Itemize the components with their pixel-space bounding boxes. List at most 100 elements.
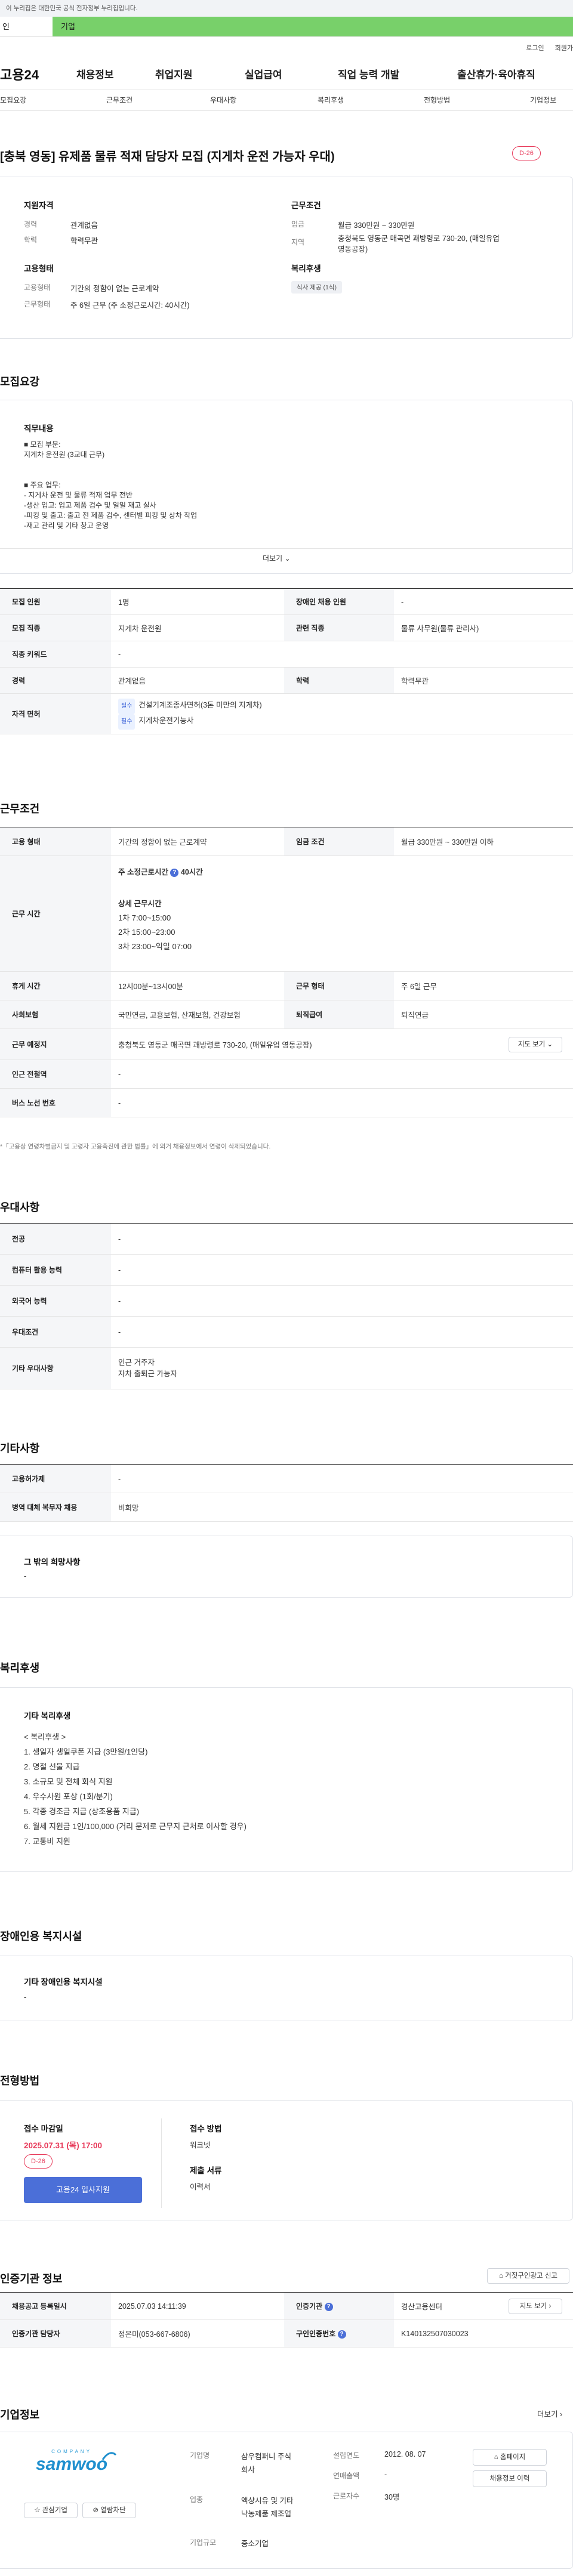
gnb-jobs[interactable]: 채용정보 <box>76 66 155 81</box>
deadline-value: 2025.07.31 (목) 17:00 <box>24 2141 103 2150</box>
row-label: 버스 노선 번호 <box>0 1088 111 1117</box>
org-cell: 경산고용센터 지도 보기 › <box>394 2292 573 2320</box>
gnb-employment-support[interactable]: 취업지원 <box>155 66 245 81</box>
row-label: 근무 시간 <box>0 855 111 972</box>
row-value: 관계없음 <box>111 667 284 694</box>
row-label: 모집 직종 <box>0 614 111 641</box>
required-tag: 필수 <box>118 698 135 714</box>
duty-more-button[interactable]: 더보기 ⌄ <box>263 553 291 563</box>
career-value: 관계없음 <box>70 221 98 230</box>
industry-label: 업종 <box>190 2495 204 2504</box>
employees-value: 30명 <box>384 2493 400 2501</box>
license-cell: 필수 건설기계조종사면허(3톤 미만의 지게차) 필수 지게차운전기능사 <box>111 693 573 734</box>
wave-icon <box>101 2452 117 2460</box>
work-time-cell: 주 소정근로시간 ? 40시간 상세 근무시간 1차 7:00~15:00 2차… <box>111 855 573 972</box>
welfare-box-heading: 기타 복리후생 <box>24 1712 71 1721</box>
row-value: - <box>111 641 573 668</box>
employment-heading: 고용형태 <box>24 264 54 273</box>
company-more-link[interactable]: 더보기 › <box>537 2408 562 2419</box>
disability-section-title: 장애인용 복지시설 <box>0 1931 82 1942</box>
row-label: 관련 직종 <box>284 614 394 641</box>
star-icon: ☆ <box>34 2507 41 2514</box>
table-row: 버스 노선 번호 - <box>0 1088 573 1117</box>
org-map-button[interactable]: 지도 보기 › <box>509 2299 562 2314</box>
user-type-tabs: 인 기업 <box>0 17 573 37</box>
location-label: 지역 <box>291 238 305 246</box>
preference-table: 전공 - 컴퓨터 활용 능력 - 외국어 능력 - 우대조건 - 기타 우대사항… <box>0 1223 573 1389</box>
info-icon[interactable]: ? <box>337 2330 346 2339</box>
disability-box: 기타 장애인용 복지시설 - <box>0 1956 573 2021</box>
block-view-button[interactable]: ⊘ 열람차단 <box>82 2503 136 2518</box>
table-row: 사회보험 국민연금, 고용보험, 산재보험, 건강보험 퇴직급여 퇴직연금 <box>0 1000 573 1029</box>
other-table: 고용허가제 - 병역 대체 복무자 채용 비희망 <box>0 1464 573 1522</box>
gnb-unemployment-benefit[interactable]: 실업급여 <box>245 66 338 81</box>
wage-label: 임금 <box>291 220 305 228</box>
chevron-down-icon: ⌄ <box>547 1041 553 1048</box>
site-logo[interactable]: 고용24 <box>0 64 76 84</box>
emptype-value: 기간의 정함이 없는 근로계약 <box>70 285 159 293</box>
gnb-vocational-training[interactable]: 직업 능력 개발 <box>338 66 457 81</box>
row-value: 정은미(053-667-6806) <box>111 2319 284 2348</box>
weekly-hours: 주 소정근로시간 ? 40시간 <box>118 868 203 877</box>
false-ad-report-button[interactable]: ⌂ 거짓구인광고 신고 <box>487 2268 569 2284</box>
row-label: 임금 조건 <box>284 827 394 856</box>
tab-selection[interactable]: 전형방법 <box>424 95 530 105</box>
tab-preference[interactable]: 우대사항 <box>210 95 318 105</box>
conditions-heading: 근무조건 <box>291 201 321 210</box>
info-icon[interactable]: ? <box>170 868 179 877</box>
row-label: 전공 <box>0 1223 111 1255</box>
tab-company[interactable]: 기업 <box>53 17 573 36</box>
row-label: 채용공고 등록일시 <box>0 2292 111 2320</box>
row-value: 물류 사무원(물류 관리사) <box>394 614 573 641</box>
worktype-value: 주 6일 근무 (주 소정근로시간: 40시간) <box>70 301 190 310</box>
industry-value: 액상시유 및 기타 낙농제품 제조업 <box>241 2497 294 2518</box>
selection-divider <box>161 2118 162 2208</box>
welfare-text: < 복리후생 > 1. 생일자 생일쿠폰 지급 (3만원/1인당) 2. 명절 … <box>24 1732 247 1846</box>
table-row: 근무 예정지 충청북도 영동군 매곡면 괘방령로 730-20, (매일유업 영… <box>0 1028 573 1060</box>
row-value: 2025.07.03 14:11:39 <box>111 2292 284 2320</box>
tab-welfare[interactable]: 복리후생 <box>318 95 424 105</box>
row-value: - <box>111 1285 573 1317</box>
selection-box: 접수 마감일 2025.07.31 (목) 17:00 D-26 고용24 입사… <box>0 2100 573 2220</box>
row-value: - <box>111 1464 573 1493</box>
row-value: - <box>394 588 573 615</box>
row-value: 12시00분~13시00분 <box>111 971 284 1000</box>
license-item: 필수 지게차운전기능사 <box>118 714 566 730</box>
docs-label: 제출 서류 <box>190 2166 222 2175</box>
info-icon[interactable]: ? <box>324 2302 333 2311</box>
deadline-label: 접수 마감일 <box>24 2124 63 2133</box>
edu-label: 학력 <box>24 236 38 244</box>
gnb-parental-leave[interactable]: 출산휴가·육아휴직 <box>457 66 535 81</box>
row-value: 국민연금, 고용보험, 산재보험, 건강보험 <box>111 1000 284 1029</box>
docs-value: 이력서 <box>190 2183 211 2191</box>
num-label: 구인인증번호 ? <box>284 2319 394 2348</box>
other-section-title: 기타사항 <box>0 1443 40 1454</box>
method-label: 접수 방법 <box>190 2124 222 2133</box>
required-tag: 필수 <box>118 714 135 730</box>
map-view-button[interactable]: 지도 보기 ⌄ <box>509 1037 562 1052</box>
row-value: 지게차 운전원 <box>111 614 284 641</box>
join-link[interactable]: 회원가 <box>555 43 573 52</box>
place-cell: 충청북도 영동군 매곡면 괘방령로 730-20, (매일유업 영동공장) 지도… <box>111 1028 573 1060</box>
house-icon: ⌂ <box>499 2272 503 2280</box>
tab-company[interactable]: 기업정보 <box>530 95 556 105</box>
apply-button[interactable]: 고용24 입사지원 <box>24 2177 142 2203</box>
table-row: 전공 - <box>0 1223 573 1255</box>
tab-personal[interactable]: 인 <box>0 17 53 36</box>
tab-conditions[interactable]: 근무조건 <box>106 95 210 105</box>
row-label: 직종 키워드 <box>0 641 111 668</box>
homepage-button[interactable]: ⌂ 홈페이지 <box>473 2449 547 2466</box>
row-value: 1명 <box>111 588 284 615</box>
row-label: 근무 형태 <box>284 971 394 1000</box>
row-label: 고용 형태 <box>0 827 111 856</box>
wish-value: - <box>24 1572 27 1580</box>
login-link[interactable]: 로그인 <box>526 43 544 52</box>
shift-list: 1차 7:00~15:00 2차 15:00~23:00 3차 23:00~익일… <box>118 913 192 951</box>
career-label: 경력 <box>24 220 38 228</box>
row-label: 인증기관 담당자 <box>0 2319 111 2348</box>
other-wish-box: 그 밖의 희망사항 - <box>0 1536 573 1598</box>
favorite-company-button[interactable]: ☆ 관심기업 <box>24 2503 78 2518</box>
hiring-history-button[interactable]: 채용정보 이력 <box>473 2470 547 2487</box>
row-value: - <box>111 1316 573 1348</box>
tab-recruit[interactable]: 모집요강 <box>0 95 106 105</box>
